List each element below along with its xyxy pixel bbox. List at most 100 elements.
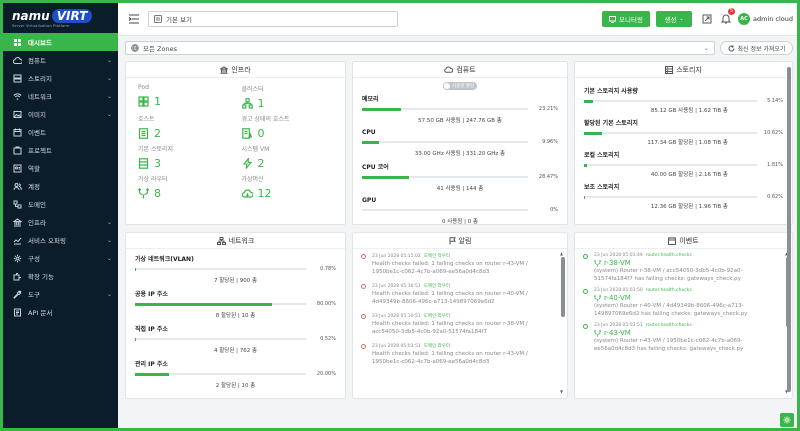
sidebar-item-label: 대시보드 <box>28 39 52 47</box>
globe-icon <box>131 44 139 52</box>
alarm-tag[interactable]: 도메인 라우터 <box>424 314 450 319</box>
alarm-time: 23 Jun 2028 05:03:51 <box>372 344 421 349</box>
cloud-icon <box>444 66 454 73</box>
sidebar-item-config[interactable]: 구성 ⌄ <box>3 249 118 267</box>
sidebar-item-cloud[interactable]: 컴퓨트 ⌄ <box>3 51 118 69</box>
user-name[interactable]: admin cloud <box>753 15 793 23</box>
alarm-card: 알림 23 Jun 2028 05:15:02 도메인 라우터 Health che… <box>352 232 568 399</box>
alarm-tag[interactable]: 도메인 라우터 <box>424 344 450 349</box>
sidebar-item-wifi[interactable]: 네트워크 ⌄ <box>3 87 118 105</box>
alarm-scrollbar[interactable]: ▲ ▼ <box>560 251 565 394</box>
metric-percent: 10.62% <box>763 130 783 136</box>
alarm-item[interactable]: 23 Jun 2028 05:10:51 도메인 라우터 Health checks… <box>361 283 553 306</box>
sidebar-item-label: 도구 <box>28 291 40 299</box>
alarm-tag[interactable]: 도메인 라우터 <box>424 254 450 259</box>
sidebar-item-account[interactable]: 계정 <box>3 177 118 195</box>
create-button[interactable]: 생성 ⌄ <box>656 11 692 27</box>
sidebar-item-image[interactable]: 이미지 ⌄ <box>3 105 118 123</box>
infra-stat[interactable]: 호스트 2 <box>138 114 242 140</box>
progress-fill <box>362 175 410 179</box>
event-tag[interactable]: router.health.checks <box>646 253 692 258</box>
infra-stat[interactable]: 클러스터 1 <box>242 84 346 110</box>
progress-fill <box>584 99 593 103</box>
progress-fill <box>584 131 603 135</box>
infra-stat-label: 호스트 <box>138 116 155 123</box>
cluster-icon <box>241 97 253 109</box>
metric-percent: 28.47% <box>538 174 558 180</box>
compute-metric: GPU 0% 0 사용됨 | 0 총 <box>353 197 567 224</box>
settings-gear-button[interactable] <box>780 413 794 427</box>
event-item[interactable]: 23 Jun 2028 05:03:51 router.health.checks… <box>583 323 778 353</box>
event-item[interactable]: 23 Jun 2028 05:03:49 router.health.checks… <box>583 253 778 283</box>
event-tag[interactable]: router.health.checks <box>646 288 692 293</box>
export-icon[interactable] <box>702 14 712 24</box>
sidebar-item-storage[interactable]: 스토리지 ⌄ <box>3 69 118 87</box>
sidebar-item-domain[interactable]: 도메인 <box>3 195 118 213</box>
metric-detail: 40.00 GB 할당된 | 2.16 TiB 총 <box>650 172 728 178</box>
create-label: 생성 <box>664 16 677 24</box>
chevron-down-icon: ⌄ <box>106 236 112 244</box>
metric-detail: 33.00 GHz 사용됨 | 331.20 GHz 총 <box>414 151 506 157</box>
sidebar-item-offering[interactable]: 서비스 오퍼링 ⌄ <box>3 231 118 249</box>
sidebar-item-dashboard[interactable]: 대시보드 <box>3 33 118 51</box>
refresh-button[interactable]: 최신 정보 가져오기 <box>720 41 793 55</box>
infra-stat-value: 1 <box>154 94 161 108</box>
infra-stat-label: 가상 라우터 <box>138 176 168 183</box>
config-icon <box>13 254 22 263</box>
host-icon <box>138 127 149 139</box>
compute-title: 컴퓨트 <box>456 65 476 74</box>
metric-percent: 80.00% <box>316 301 336 307</box>
monitor-icon <box>609 15 617 23</box>
event-vm[interactable]: r-43-VM <box>604 329 631 337</box>
chevron-down-icon: ⌄ <box>106 92 112 100</box>
avatar[interactable]: AC <box>738 13 750 25</box>
usage-alloc-toggle[interactable]: 사용량 할당 <box>353 82 567 90</box>
metric-detail: 57.50 GB 사용됨 | 247.76 GB 총 <box>418 118 502 124</box>
zone-select[interactable]: 모든 Zones ⌄ <box>125 41 715 55</box>
chevron-down-icon: ⌄ <box>106 110 112 118</box>
metric-label: 보조 스토리지 <box>584 184 620 191</box>
infra-stat[interactable]: 시스템 VM 2 <box>242 144 346 170</box>
alarm-item[interactable]: 23 Jun 2028 05:03:51 도메인 라우터 Health checks… <box>361 343 553 366</box>
alarm-item[interactable]: 23 Jun 2028 05:10:51 도메인 라우터 Health checks… <box>361 313 553 336</box>
infra-stat[interactable]: 기본 스토리지 3 <box>138 144 242 170</box>
metric-percent: 23.21% <box>538 106 558 112</box>
progress-fill <box>135 372 170 376</box>
top-bar: 기본 보기 모니터링 생성 ⌄ 5 AC admin cloud <box>118 3 797 36</box>
main-scrollbar[interactable] <box>787 61 792 398</box>
event-list[interactable]: 23 Jun 2028 05:03:49 router.health.checks… <box>575 249 792 353</box>
event-tag[interactable]: router.health.checks <box>646 323 692 328</box>
sidebar-item-infra[interactable]: 인프라 ⌄ <box>3 213 118 231</box>
sidebar-item-plugin[interactable]: 확장 기능 <box>3 267 118 285</box>
menu-toggle-icon[interactable] <box>128 13 140 25</box>
sidebar-item-api[interactable]: API 문서 <box>3 303 118 321</box>
router-icon <box>138 187 149 199</box>
primary-storage-icon <box>138 157 149 169</box>
gear-icon <box>783 416 791 424</box>
monitor-button[interactable]: 모니터링 <box>602 11 650 27</box>
event-item[interactable]: 23 Jun 2028 05:03:50 router.health.checks… <box>583 288 778 318</box>
sidebar-item-tool[interactable]: 도구 ⌄ <box>3 285 118 303</box>
infra-stat[interactable]: 가상머신 12 <box>241 174 346 200</box>
event-vm[interactable]: r-40-VM <box>604 294 631 302</box>
sidebar-item-role[interactable]: 역할 <box>3 159 118 177</box>
alert-host-icon <box>241 127 253 139</box>
event-vm[interactable]: r-38-VM <box>604 259 631 267</box>
alarm-message: Health checks failed: 1 failing checks o… <box>372 321 528 335</box>
view-select[interactable]: 기본 보기 <box>148 11 398 27</box>
infra-stat[interactable]: 가상 라우터 8 <box>138 174 242 200</box>
sidebar-item-event[interactable]: 이벤트 <box>3 123 118 141</box>
metric-percent: 9.96% <box>542 139 558 145</box>
sidebar-item-project[interactable]: 프로젝트 <box>3 141 118 159</box>
alarm-list[interactable]: 23 Jun 2028 05:15:02 도메인 라우터 Health checks… <box>353 249 567 366</box>
alarm-tag[interactable]: 도메인 라우터 <box>424 284 450 289</box>
offering-icon <box>13 236 22 245</box>
sidebar-item-label: API 문서 <box>28 309 53 317</box>
infra-stat[interactable]: 경고 상태의 호스트 0 <box>242 114 346 140</box>
alarm-item[interactable]: 23 Jun 2028 05:15:02 도메인 라우터 Health checks… <box>361 253 553 276</box>
infra-stat[interactable]: Pod 1 <box>138 84 242 110</box>
logo[interactable]: namu VIRT Server Virtualization Platform <box>3 3 118 33</box>
sidebar-item-label: 역할 <box>28 165 40 173</box>
cloud-icon <box>13 56 22 65</box>
grid-icon <box>138 95 149 107</box>
